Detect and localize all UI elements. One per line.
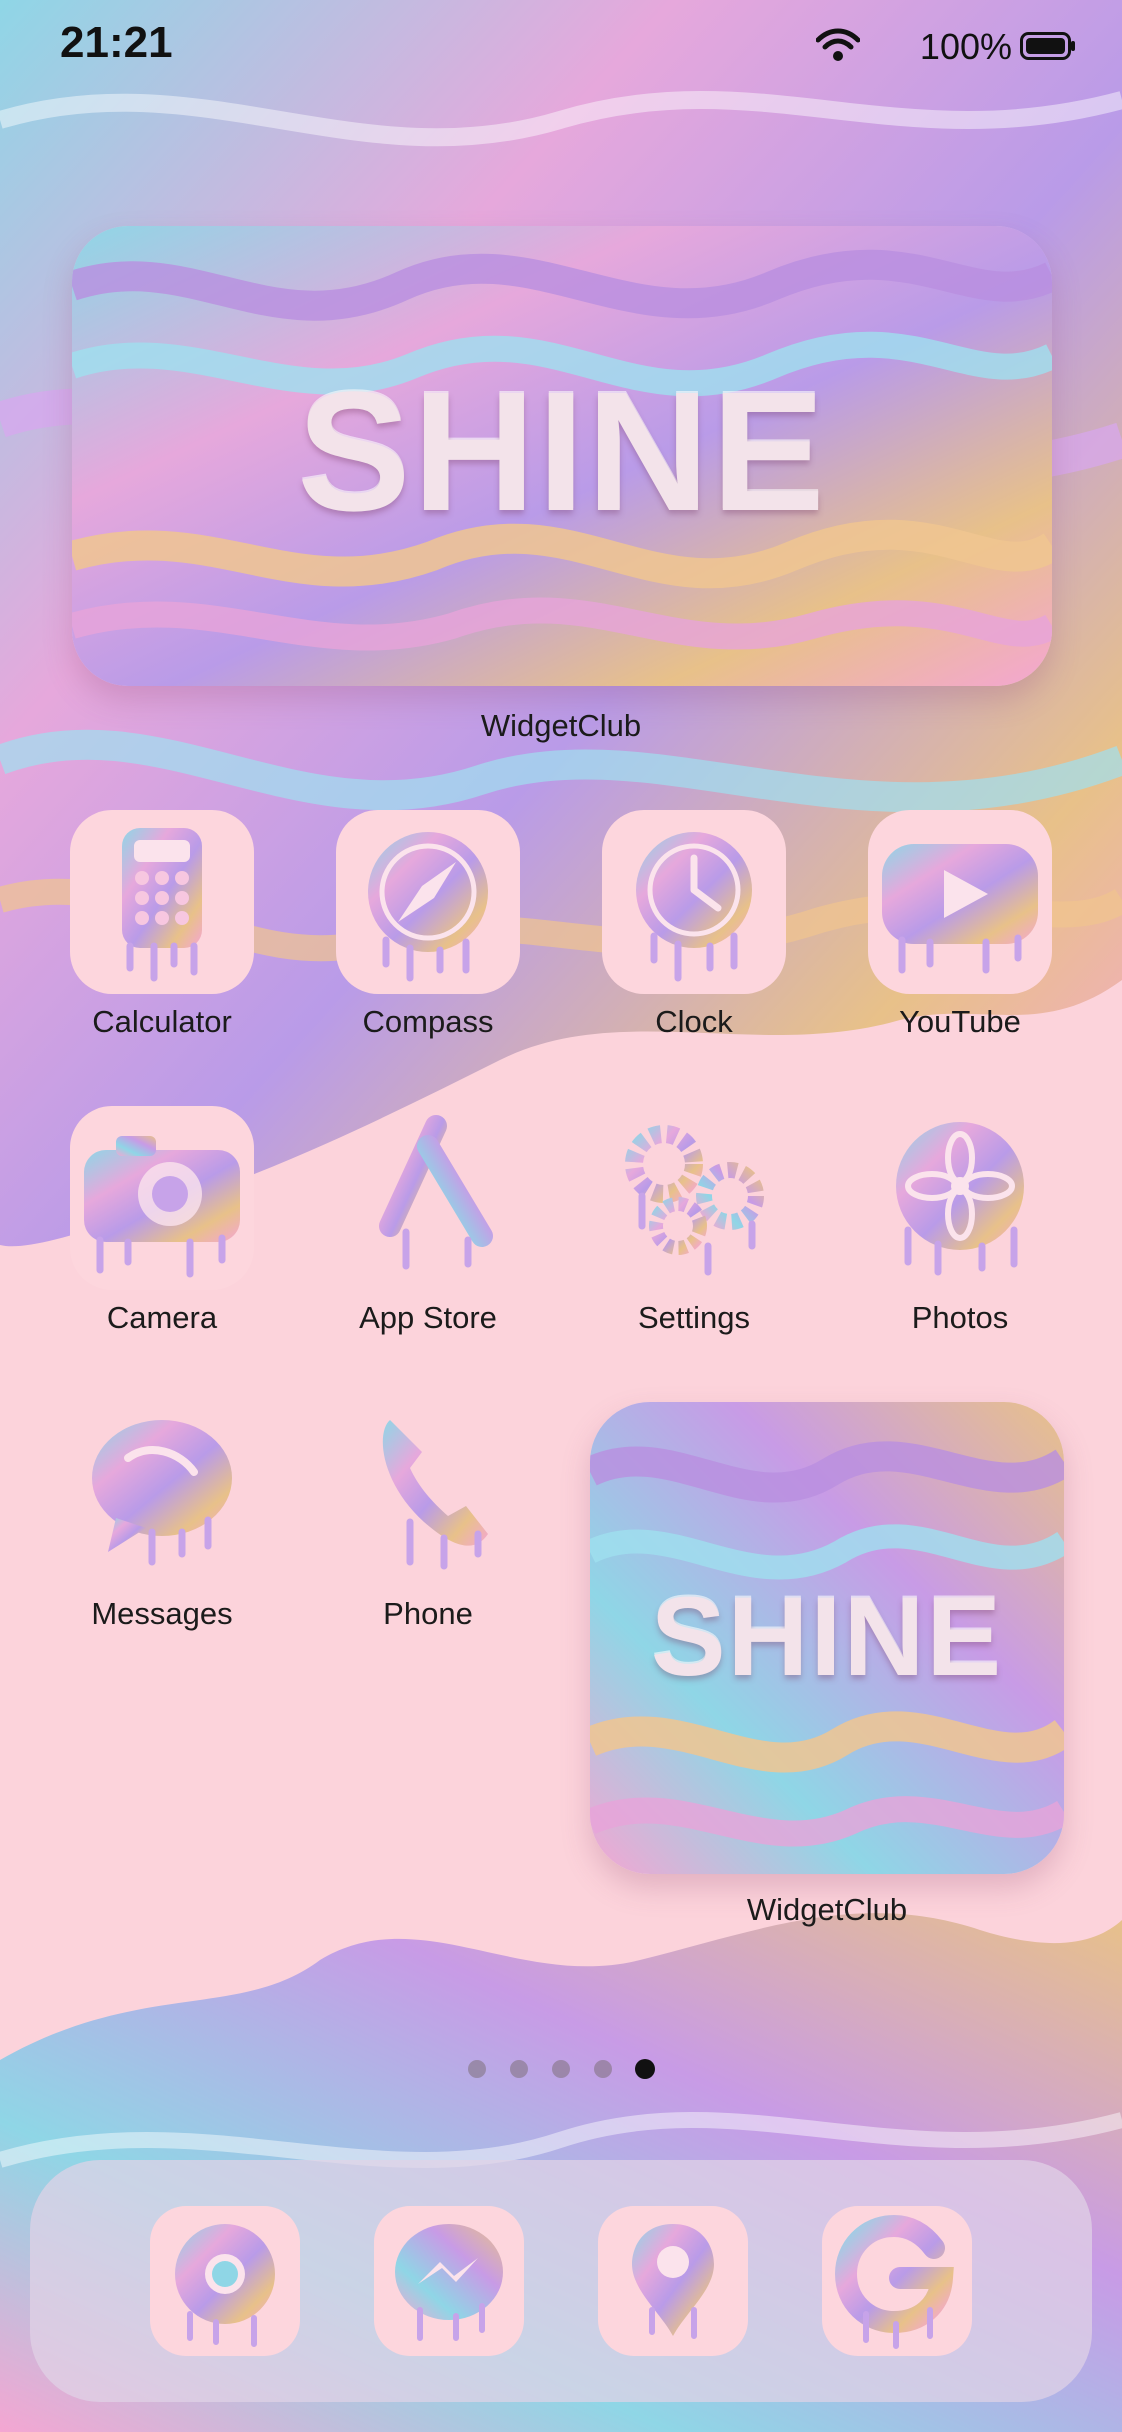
page-dot-active [635,2059,655,2079]
battery-percent: 100% [919,26,1012,67]
app-phone[interactable] [336,1402,520,1586]
google-icon [834,2214,954,2349]
app-store-icon [356,1115,496,1270]
phone-icon [382,1420,488,1570]
dock [30,2160,1092,2402]
calculator-icon [122,828,202,982]
app-label-calculator: Calculator [92,1004,232,1039]
dock-app-maps[interactable] [598,2206,748,2356]
app-photos[interactable] [868,1106,1052,1290]
widget-shine-text: SHINE [297,357,827,547]
battery-icon [1020,32,1075,60]
compass-icon [368,832,488,982]
settings-icon [625,1125,764,1276]
camera-icon [84,1136,240,1278]
app-label-photos: Photos [911,1300,1009,1335]
page-indicator[interactable] [462,2054,662,2084]
app-settings[interactable] [602,1106,786,1290]
page-dot [510,2060,528,2078]
messenger-icon [395,2224,503,2341]
app-app-store[interactable] [336,1106,520,1290]
app-label-clock: Clock [655,1004,733,1039]
page-dot [552,2060,570,2078]
widgetclub-widget-small[interactable]: SHINE [590,1402,1064,1874]
app-label-compass: Compass [362,1004,494,1039]
youtube-icon [882,844,1038,974]
wifi-icon [816,28,860,61]
app-clock[interactable] [602,810,786,994]
page-dot [594,2060,612,2078]
app-compass[interactable] [336,810,520,994]
messages-icon [92,1420,232,1566]
dock-app-google[interactable] [822,2206,972,2356]
dock-app-messenger[interactable] [374,2206,524,2356]
page-dot [468,2060,486,2078]
app-calculator[interactable] [70,810,254,994]
app-label-youtube: YouTube [899,1004,1021,1039]
app-label-app-store: App Store [359,1300,497,1335]
status-time: 21:21 [60,18,173,67]
dock-app-chrome[interactable] [150,2206,300,2356]
app-label-settings: Settings [637,1300,750,1335]
status-bar: 21:21 100% [0,0,1122,100]
clock-icon [636,832,752,982]
widget-label-bottom: WidgetClub [746,1892,908,1927]
widget-label-top: WidgetClub [480,708,642,743]
app-camera[interactable] [70,1106,254,1290]
app-label-camera: Camera [106,1300,218,1335]
widgetclub-widget-large[interactable]: SHINE [72,226,1052,686]
photos-icon [896,1122,1024,1276]
app-label-phone: Phone [383,1596,473,1631]
maps-icon [632,2224,714,2339]
widget-shine-text: SHINE [650,1574,1004,1699]
app-youtube[interactable] [868,810,1052,994]
chrome-icon [175,2224,275,2347]
app-messages[interactable] [70,1402,254,1586]
app-label-messages: Messages [91,1596,233,1631]
